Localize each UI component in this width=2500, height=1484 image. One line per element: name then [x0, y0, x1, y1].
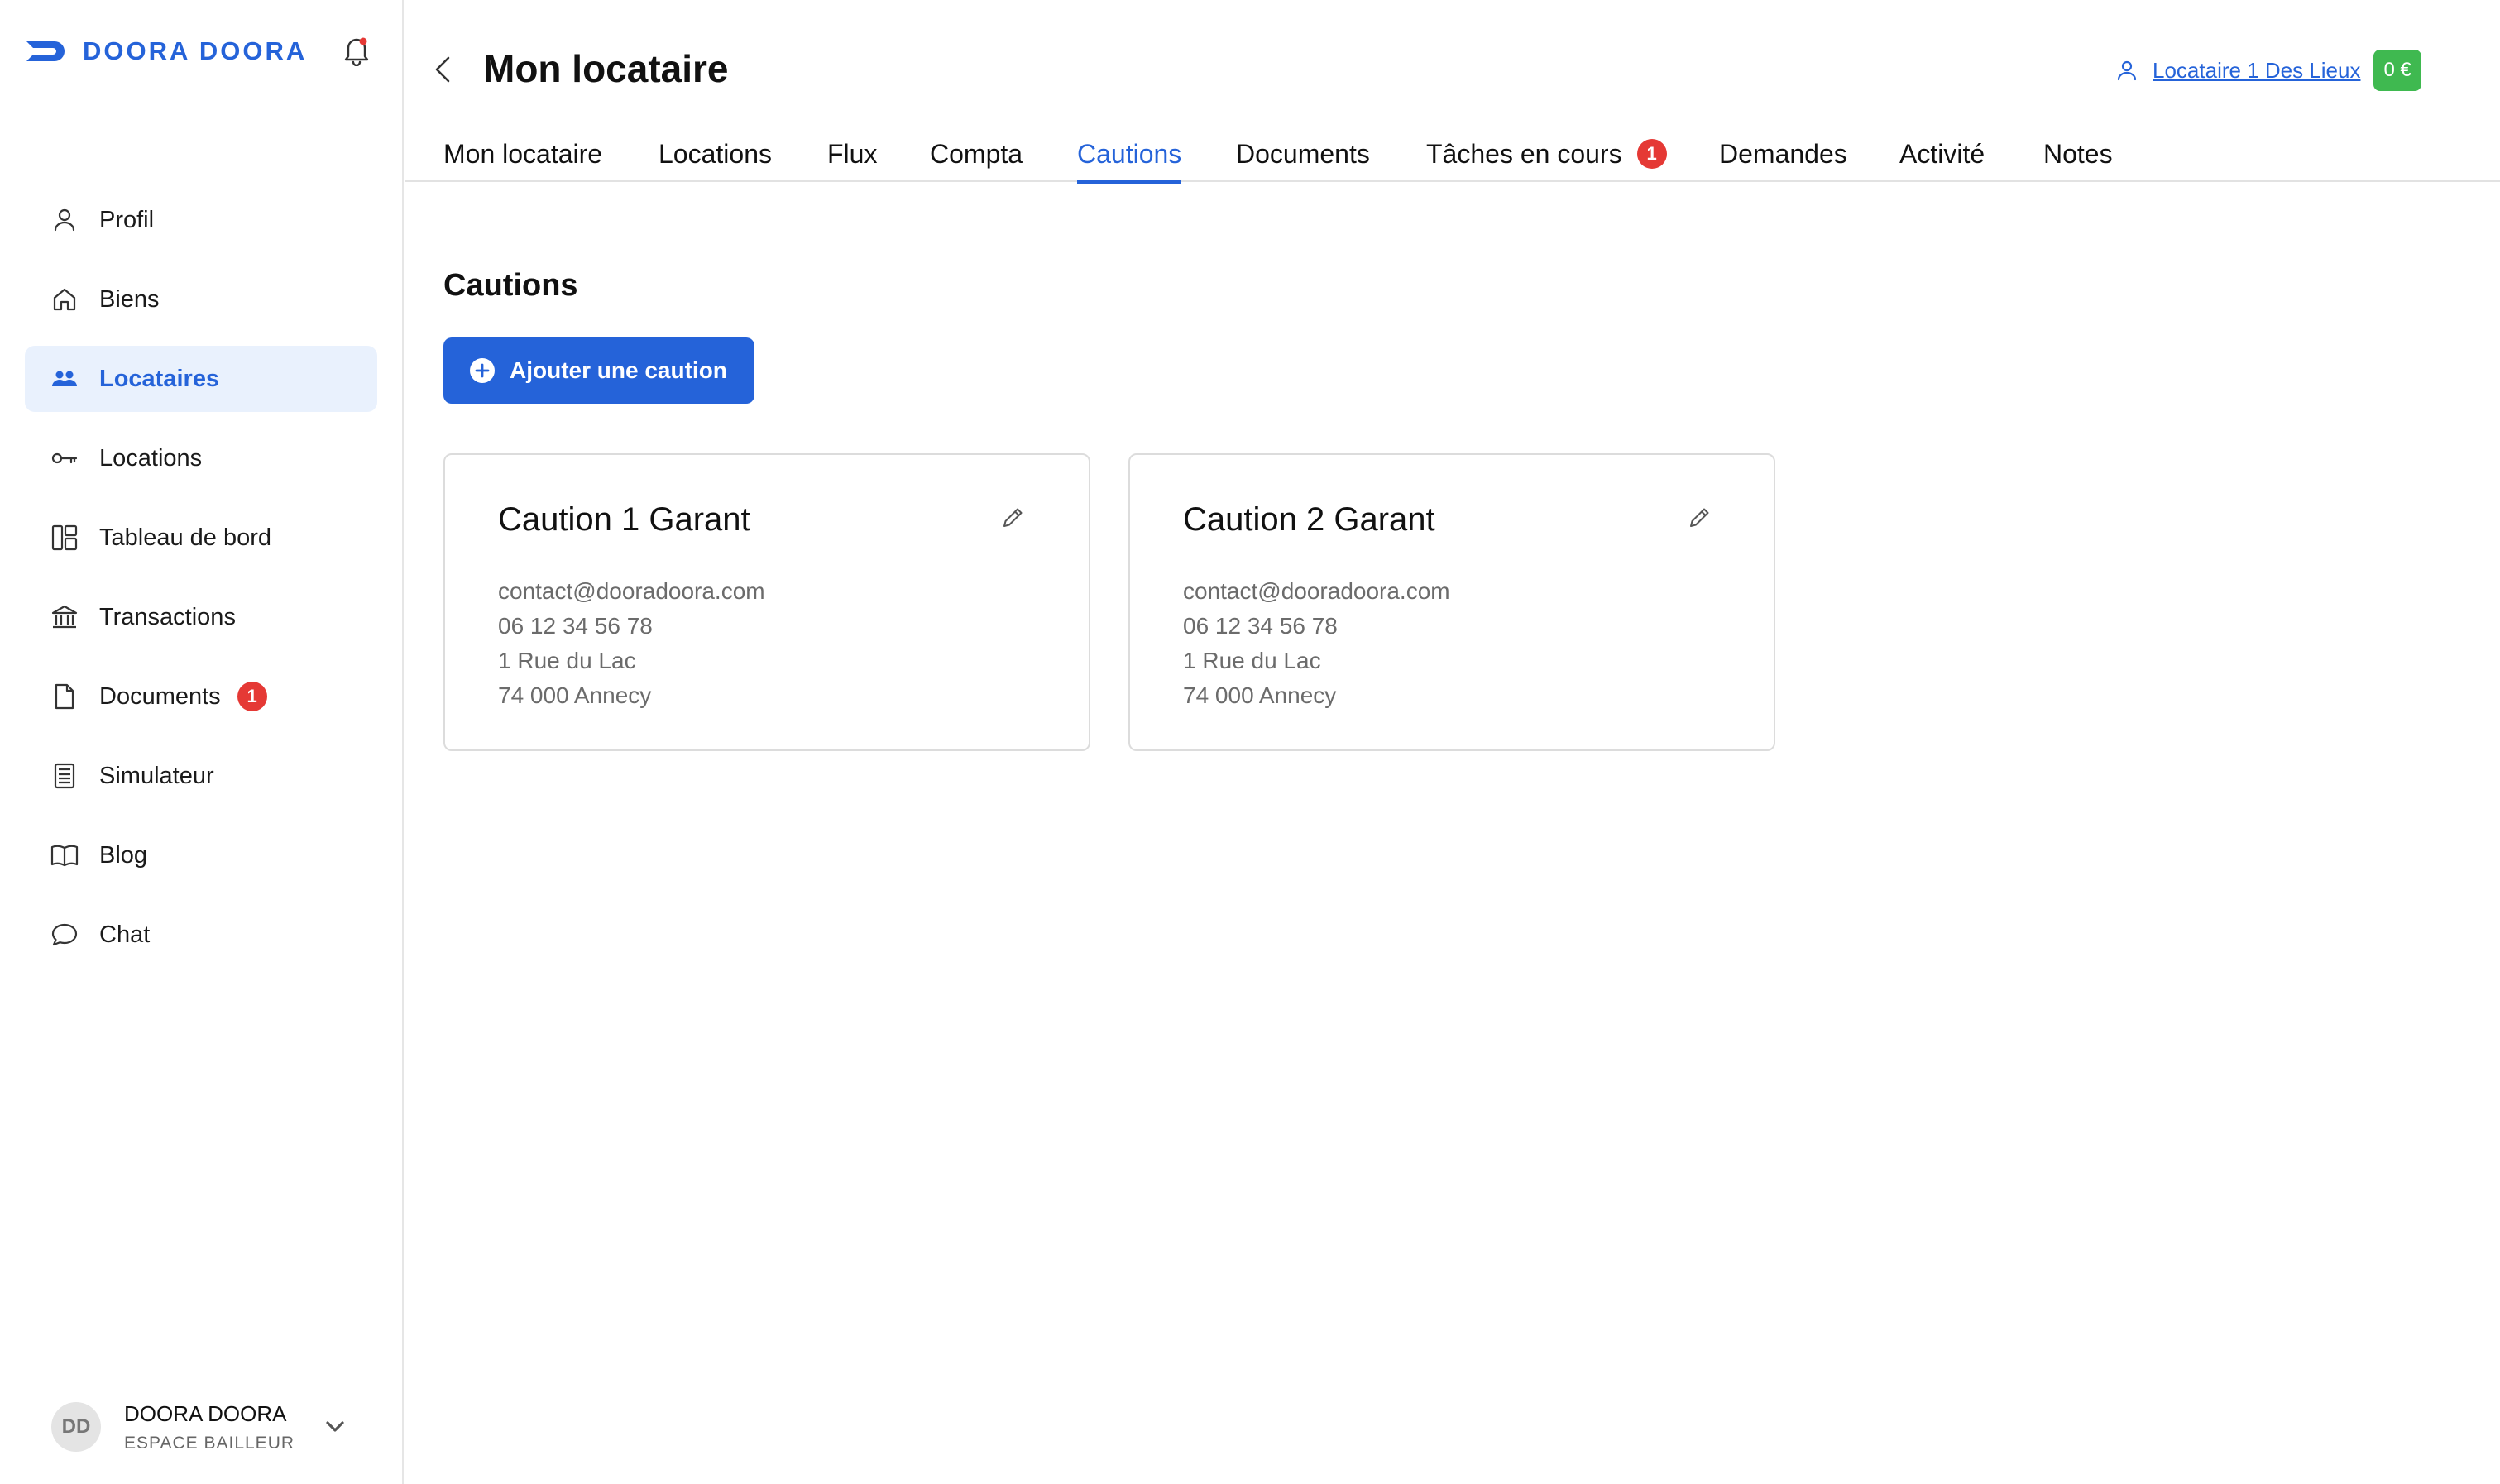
card-details: contact@dooradoora.com 06 12 34 56 78 1 …: [1183, 574, 1450, 713]
pencil-icon[interactable]: [999, 505, 1026, 531]
app-window: DOORA DOORA Profil Biens Locataires Loca…: [0, 0, 2500, 1484]
brand[interactable]: DOORA DOORA: [25, 33, 307, 69]
file-icon: [50, 682, 79, 711]
notification-badge: 1: [1636, 139, 1667, 169]
add-caution-button[interactable]: Ajouter une caution: [443, 337, 754, 404]
tab-label: Mon locataire: [443, 139, 603, 169]
sidebar-item-label: Chat: [99, 921, 151, 948]
chat-icon: [50, 920, 79, 950]
sidebar-item-label: Documents: [99, 682, 221, 710]
dashboard-icon: [50, 523, 79, 553]
sidebar-item-profil[interactable]: Profil: [25, 187, 377, 253]
tenant-header: Locataire 1 Des Lieux 0 €: [2114, 50, 2421, 91]
tab-documents[interactable]: Documents: [1236, 132, 1370, 182]
tab-flux[interactable]: Flux: [827, 132, 877, 182]
sidebar-item-chat[interactable]: Chat: [25, 902, 377, 968]
card-phone: 06 12 34 56 78: [498, 613, 653, 639]
caution-card: Caution 2 Garant contact@dooradoora.com …: [1128, 453, 1775, 751]
sidebar-item-blog[interactable]: Blog: [25, 822, 377, 888]
card-street: 1 Rue du Lac: [1183, 648, 1321, 673]
chevron-down-icon[interactable]: [321, 1413, 349, 1441]
back-arrow-icon[interactable]: [430, 53, 453, 86]
sidebar-item-label: Simulateur: [99, 762, 214, 789]
tab-demandes[interactable]: Demandes: [1719, 132, 1847, 182]
tab-label: Activité: [1899, 139, 1985, 169]
add-caution-label: Ajouter une caution: [510, 357, 727, 383]
card-title: Caution 1 Garant: [498, 501, 750, 538]
avatar: DD: [51, 1402, 101, 1452]
tab-compta[interactable]: Compta: [930, 132, 1023, 182]
sidebar: DOORA DOORA Profil Biens Locataires Loca…: [0, 0, 404, 1484]
card-city: 74 000 Annecy: [498, 682, 652, 708]
sidebar-item-label: Blog: [99, 841, 148, 869]
user-icon: [2114, 58, 2139, 83]
page-title: Mon locataire: [483, 47, 729, 90]
bell-icon[interactable]: [342, 35, 371, 66]
caution-card: Caution 1 Garant contact@dooradoora.com …: [443, 453, 1090, 751]
main-content: Mon locataire Locataire 1 Des Lieux 0 € …: [405, 0, 2500, 1484]
tab-label: Compta: [930, 139, 1023, 169]
tab-label: Notes: [2043, 139, 2113, 169]
sidebar-item-label: Transactions: [99, 603, 236, 630]
card-details: contact@dooradoora.com 06 12 34 56 78 1 …: [498, 574, 765, 713]
sidebar-nav: Profil Biens Locataires Locations Tablea…: [25, 187, 377, 981]
tab-label: Flux: [827, 139, 878, 169]
card-street: 1 Rue du Lac: [498, 648, 636, 673]
user-name: DOORA DOORA: [124, 1400, 287, 1426]
brand-name: DOORA DOORA: [83, 36, 308, 65]
sidebar-item-transactions[interactable]: Transactions: [25, 584, 377, 650]
doora-logo-icon: [25, 39, 73, 64]
sidebar-item-simulateur[interactable]: Simulateur: [25, 743, 377, 809]
bank-icon: [50, 602, 79, 632]
key-icon: [50, 443, 79, 473]
sidebar-item-label: Biens: [99, 285, 160, 313]
tab-locations[interactable]: Locations: [659, 132, 772, 182]
sidebar-item-label: Locations: [99, 444, 203, 472]
tenant-link[interactable]: Locataire 1 Des Lieux: [2153, 58, 2360, 84]
sidebar-item-label: Locataires: [99, 365, 220, 392]
tab-label: Documents: [1236, 139, 1370, 169]
tab-activite[interactable]: Activité: [1899, 132, 1985, 182]
tab-label: Tâches en cours: [1426, 139, 1622, 169]
tab-mon-locataire[interactable]: Mon locataire: [443, 132, 602, 182]
book-icon: [50, 840, 79, 870]
tab-taches-en-cours[interactable]: Tâches en cours 1: [1426, 132, 1667, 182]
card-title: Caution 2 Garant: [1183, 501, 1435, 538]
card-email: contact@dooradoora.com: [1183, 578, 1450, 604]
card-phone: 06 12 34 56 78: [1183, 613, 1338, 639]
sidebar-item-label: Tableau de bord: [99, 524, 271, 551]
user-role: ESPACE BAILLEUR: [124, 1433, 295, 1453]
sidebar-item-biens[interactable]: Biens: [25, 266, 377, 333]
notification-badge: 1: [237, 682, 267, 711]
tab-label: Locations: [659, 139, 772, 169]
sidebar-item-locations[interactable]: Locations: [25, 425, 377, 491]
balance-badge: 0 €: [2373, 50, 2421, 91]
sidebar-item-label: Profil: [99, 206, 155, 233]
sidebar-item-tableau-de-bord[interactable]: Tableau de bord: [25, 505, 377, 571]
home-icon: [50, 285, 79, 314]
tab-cautions[interactable]: Cautions: [1077, 132, 1182, 184]
tab-bar: Mon locataire Locations Flux Compta Caut…: [405, 132, 2500, 184]
calculator-icon: [50, 761, 79, 791]
card-email: contact@dooradoora.com: [498, 578, 765, 604]
user-info: DOORA DOORA ESPACE BAILLEUR: [124, 1401, 295, 1453]
card-city: 74 000 Annecy: [1183, 682, 1337, 708]
sidebar-item-documents[interactable]: Documents 1: [25, 663, 377, 730]
sidebar-item-locataires[interactable]: Locataires: [25, 346, 377, 412]
tab-label: Cautions: [1077, 139, 1182, 169]
tab-label: Demandes: [1719, 139, 1847, 169]
pencil-icon[interactable]: [1686, 505, 1712, 531]
user-menu[interactable]: DD DOORA DOORA ESPACE BAILLEUR: [51, 1398, 366, 1456]
users-icon: [50, 364, 79, 394]
user-icon: [50, 205, 79, 235]
section-title: Cautions: [443, 268, 578, 303]
plus-circle-icon: [468, 357, 496, 385]
tab-notes[interactable]: Notes: [2043, 132, 2113, 182]
